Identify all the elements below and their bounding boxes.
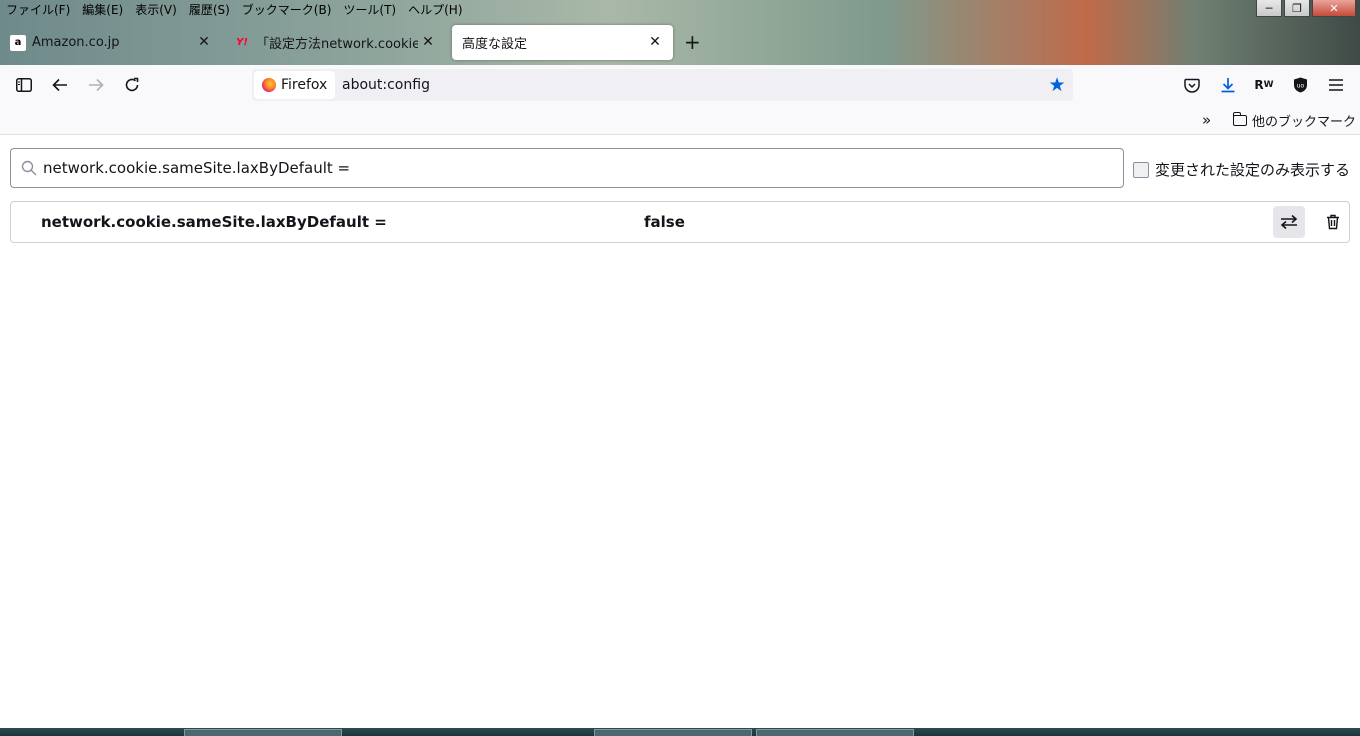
tab-title: 「設定方法network.cookie.sa	[256, 37, 418, 52]
tab-amazon[interactable]: a Amazon.co.jp ✕	[0, 25, 222, 60]
os-taskbar	[0, 728, 1360, 736]
toggle-button[interactable]	[1273, 206, 1305, 238]
other-bookmarks-label: 他のブックマーク	[1252, 115, 1357, 130]
delete-button[interactable]	[1317, 206, 1349, 238]
url-bar[interactable]: Firefox about:config ★	[252, 69, 1073, 101]
toggle-arrows-icon	[1280, 214, 1298, 230]
reload-icon[interactable]	[122, 75, 142, 95]
menu-file[interactable]: ファイル(F)	[0, 0, 76, 21]
identity-label: Firefox	[281, 77, 328, 93]
yahoo-icon: Y!	[236, 37, 248, 48]
preference-name: network.cookie.sameSite.laxByDefault =	[41, 213, 387, 231]
bookmark-star-icon[interactable]: ★	[1047, 75, 1067, 95]
minimize-button[interactable]: ─	[1256, 0, 1282, 17]
chevron-double-right-icon[interactable]: »	[1202, 111, 1211, 129]
forward-arrow-icon[interactable]	[86, 75, 106, 95]
downloads-icon[interactable]	[1218, 75, 1238, 95]
show-only-modified-checkbox[interactable]: 変更された設定のみ表示する	[1133, 159, 1350, 180]
tab-about-config[interactable]: 高度な設定 ✕	[452, 25, 673, 60]
tab-yahoo[interactable]: Y! 「設定方法network.cookie.sa ✕	[224, 25, 446, 60]
new-tab-icon[interactable]: +	[684, 32, 701, 52]
taskbar-item[interactable]	[184, 729, 342, 736]
svg-text:uo: uo	[1296, 83, 1304, 90]
extension-rw-icon[interactable]: RW	[1254, 75, 1274, 95]
firefox-logo-icon	[262, 78, 276, 92]
checkbox[interactable]	[1133, 161, 1149, 178]
show-only-modified-label: 変更された設定のみ表示する	[1155, 161, 1351, 179]
tab-strip: a Amazon.co.jp ✕ Y! 「設定方法network.cookie.…	[0, 24, 1360, 61]
identity-box[interactable]: Firefox	[254, 71, 336, 99]
bookmarks-toolbar: » 他のブックマーク	[0, 105, 1360, 135]
tab-title: 高度な設定	[462, 37, 528, 52]
back-arrow-icon[interactable]	[50, 75, 70, 95]
menu-edit[interactable]: 編集(E)	[76, 0, 129, 21]
preference-value[interactable]: false	[644, 213, 685, 231]
pocket-icon[interactable]	[1182, 75, 1202, 95]
menu-tools[interactable]: ツール(T)	[337, 0, 402, 21]
sidebar-icon[interactable]	[14, 75, 34, 95]
menu-bookmarks[interactable]: ブックマーク(B)	[236, 0, 338, 21]
amazon-icon: a	[10, 34, 26, 51]
menu-bar: ファイル(F) 編集(E) 表示(V) 履歴(S) ブックマーク(B) ツール(…	[0, 0, 469, 21]
menu-history[interactable]: 履歴(S)	[183, 0, 236, 21]
close-window-button[interactable]: ✕	[1312, 0, 1356, 17]
hamburger-menu-icon[interactable]	[1326, 75, 1346, 95]
close-tab-icon[interactable]: ✕	[420, 34, 436, 50]
taskbar-item[interactable]	[594, 729, 752, 736]
navigation-toolbar: Firefox about:config ★ RW uo	[0, 65, 1360, 105]
close-tab-icon[interactable]: ✕	[647, 34, 663, 50]
close-tab-icon[interactable]: ✕	[196, 34, 212, 50]
ublock-origin-icon[interactable]: uo	[1290, 75, 1310, 95]
window-controls: ─ ❐ ✕	[1256, 0, 1356, 17]
search-input[interactable]: network.cookie.sameSite.laxByDefault =	[43, 159, 350, 177]
tab-title: Amazon.co.jp	[32, 35, 120, 50]
taskbar-item[interactable]	[756, 729, 914, 736]
menu-view[interactable]: 表示(V)	[129, 0, 183, 21]
preference-row: network.cookie.sameSite.laxByDefault = f…	[10, 201, 1350, 243]
trash-icon	[1327, 214, 1339, 230]
config-search-field[interactable]: network.cookie.sameSite.laxByDefault =	[10, 148, 1124, 188]
menu-help[interactable]: ヘルプ(H)	[402, 0, 468, 21]
maximize-button[interactable]: ❐	[1284, 0, 1310, 17]
folder-icon	[1232, 112, 1247, 126]
url-input[interactable]: about:config	[342, 77, 430, 93]
other-bookmarks-folder[interactable]: 他のブックマーク	[1232, 111, 1357, 130]
search-icon	[21, 160, 37, 176]
